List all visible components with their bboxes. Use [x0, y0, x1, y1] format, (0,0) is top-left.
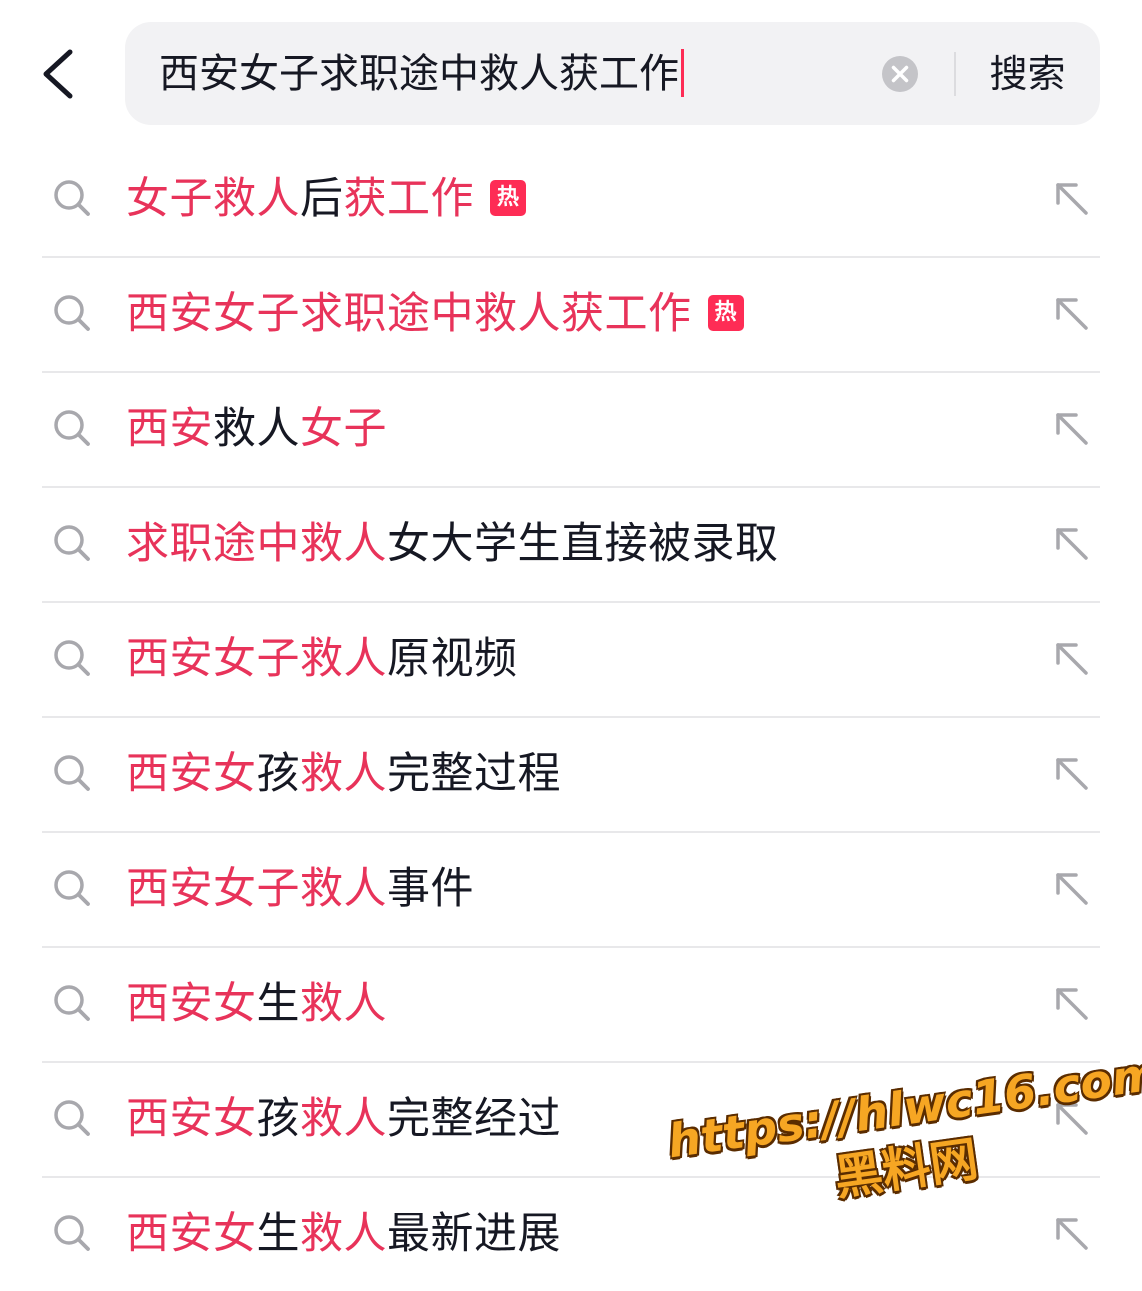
search-box[interactable]: 西安女子求职途中救人获工作 搜索: [125, 22, 1100, 125]
suggestion-text-highlight: 西安女: [126, 979, 257, 1029]
suggestion-item[interactable]: 西安女孩救人完整经过: [42, 1063, 1100, 1178]
arrow-up-left-icon[interactable]: [1050, 867, 1094, 911]
suggestion-text-plain: 最新进展: [387, 1209, 561, 1259]
suggestion-text-highlight: 西安女: [126, 1094, 257, 1144]
hot-badge: 热: [490, 179, 526, 216]
search-icon: [54, 410, 90, 446]
suggestion-text-plain: 原视频: [387, 634, 518, 684]
search-icon: [54, 180, 90, 216]
suggestion-text-highlight: 救人: [300, 1209, 387, 1259]
suggestion-text-plain: 孩: [256, 1094, 300, 1144]
suggestion-list: 女子救人后获工作热西安女子求职途中救人获工作热西安救人女子 求职途中救人女大学生直…: [0, 143, 1142, 1291]
suggestion-text-plain: 孩: [256, 749, 300, 799]
suggestion-text: 西安女生救人最新进展: [126, 1202, 561, 1266]
suggestion-text: 西安女子救人原视频: [126, 627, 518, 691]
suggestion-text-highlight: 西安女: [126, 749, 257, 799]
arrow-up-left-icon[interactable]: [1050, 407, 1094, 451]
arrow-up-left-icon[interactable]: [1050, 752, 1094, 796]
arrow-up-left-icon[interactable]: [1050, 177, 1094, 221]
search-icon: [54, 1100, 90, 1136]
suggestion-text-plain: 完整过程: [387, 749, 561, 799]
back-button[interactable]: [28, 40, 92, 108]
suggestion-item[interactable]: 西安女生救人最新进展: [42, 1178, 1100, 1291]
search-query: 西安女子求职途中救人获工作: [159, 51, 679, 97]
suggestion-text-plain: 后: [300, 174, 344, 224]
suggestion-text: 女子救人后获工作热: [126, 167, 526, 231]
suggestion-item[interactable]: 西安救人女子: [42, 373, 1100, 488]
suggestion-text-highlight: 救人: [300, 749, 387, 799]
suggestion-text: 西安女孩救人完整过程: [126, 742, 561, 806]
suggestion-item[interactable]: 西安女孩救人完整过程: [42, 718, 1100, 833]
arrow-up-left-icon[interactable]: [1050, 1097, 1094, 1141]
suggestion-item[interactable]: 西安女生救人: [42, 948, 1100, 1063]
suggestion-text-highlight: 西安女子求职途中救人获工作: [126, 289, 692, 339]
suggestion-text-highlight: 求职途中救人: [126, 519, 387, 569]
suggestion-text: 西安救人女子: [126, 397, 387, 461]
search-header: 西安女子求职途中救人获工作 搜索: [0, 0, 1142, 140]
search-icon: [54, 870, 90, 906]
suggestion-item[interactable]: 女子救人后获工作热: [42, 143, 1100, 258]
suggestion-text-plain: 事件: [387, 864, 474, 914]
suggestion-text-plain: 生: [256, 979, 300, 1029]
suggestion-text-plain: 生: [256, 1209, 300, 1259]
suggestion-item[interactable]: 西安女子救人原视频: [42, 603, 1100, 718]
suggestion-text-highlight: 女子救人: [126, 174, 300, 224]
search-icon: [54, 525, 90, 561]
search-icon: [54, 755, 90, 791]
arrow-up-left-icon[interactable]: [1050, 1212, 1094, 1256]
search-icon: [54, 295, 90, 331]
suggestion-text-highlight: 女子: [300, 404, 387, 454]
chevron-left-icon: [43, 49, 73, 99]
text-caret: [681, 49, 684, 97]
suggestion-text-plain: 救人: [213, 404, 300, 454]
search-icon: [54, 985, 90, 1021]
hot-badge: 热: [707, 294, 744, 331]
suggestion-item[interactable]: 西安女子求职途中救人获工作热: [42, 258, 1100, 373]
suggestion-text-highlight: 救人: [300, 979, 387, 1029]
suggestion-text-highlight: 西安女子救人: [126, 864, 387, 914]
clear-circle-icon: [882, 56, 918, 92]
arrow-up-left-icon[interactable]: [1050, 522, 1094, 566]
suggestion-text-plain: 女大学生直接被录取: [387, 519, 779, 569]
search-divider: [954, 52, 956, 96]
suggestion-text-highlight: 西安女子救人: [126, 634, 387, 684]
search-icon: [54, 640, 90, 676]
suggestion-text-plain: 完整经过: [387, 1094, 561, 1144]
suggestion-text: 西安女子求职途中救人获工作热: [126, 282, 744, 346]
search-button[interactable]: 搜索: [975, 44, 1080, 104]
suggestion-text: 西安女生救人: [126, 972, 387, 1036]
search-input[interactable]: 西安女子求职途中救人获工作: [159, 46, 684, 102]
arrow-up-left-icon[interactable]: [1050, 982, 1094, 1026]
suggestion-text: 求职途中救人女大学生直接被录取: [126, 512, 779, 576]
arrow-up-left-icon[interactable]: [1050, 637, 1094, 681]
suggestion-text-highlight: 获工作: [343, 174, 474, 224]
suggestion-item[interactable]: 求职途中救人女大学生直接被录取: [42, 488, 1100, 603]
suggestion-text: 西安女子救人事件: [126, 857, 474, 921]
clear-button[interactable]: [881, 55, 919, 93]
suggestion-text-highlight: 西安女: [126, 1209, 257, 1259]
suggestion-text-highlight: 西安: [126, 404, 213, 454]
arrow-up-left-icon[interactable]: [1050, 292, 1094, 336]
suggestion-text-highlight: 救人: [300, 1094, 387, 1144]
suggestion-text: 西安女孩救人完整经过: [126, 1087, 561, 1151]
suggestion-item[interactable]: 西安女子救人事件: [42, 833, 1100, 948]
search-icon: [54, 1215, 90, 1251]
